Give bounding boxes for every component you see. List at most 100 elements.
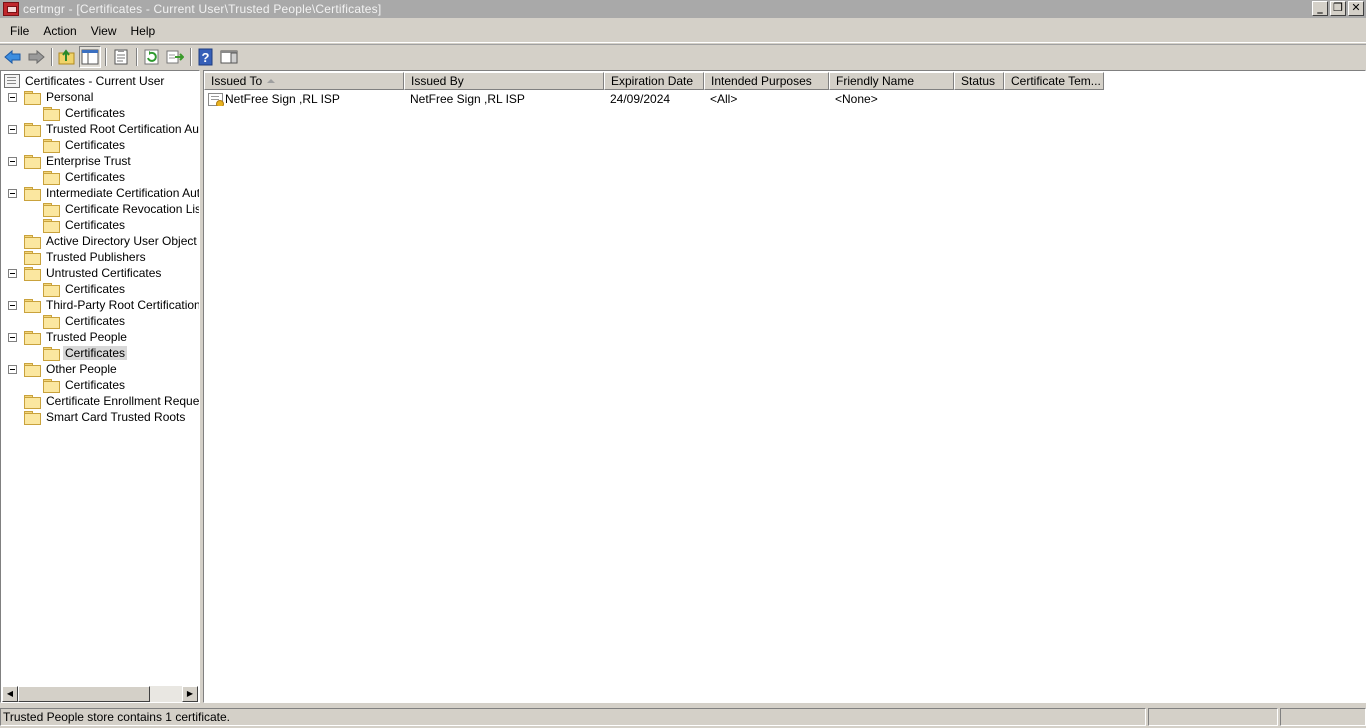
export-list-icon — [166, 50, 184, 63]
collapse-toggle[interactable] — [8, 189, 17, 198]
collapse-toggle[interactable] — [8, 365, 17, 374]
tree-label: Personal — [46, 90, 94, 104]
table-row[interactable]: NetFree Sign ,RL ISP NetFree Sign ,RL IS… — [204, 91, 1104, 107]
tree-item-trusted-publishers[interactable]: Trusted Publishers — [24, 249, 148, 265]
scroll-track[interactable] — [150, 686, 182, 702]
toolbar: ? — [0, 44, 1366, 68]
tree-item-other-people-certificates[interactable]: Certificates — [43, 377, 127, 393]
column-issued-to[interactable]: Issued To — [204, 72, 404, 90]
tree-item-trusted-people-certificates[interactable]: Certificates — [43, 345, 128, 361]
folder-icon — [43, 378, 60, 393]
tree-item-intermediate-certificates[interactable]: Certificates — [43, 217, 127, 233]
certificates-snapin-icon — [4, 74, 20, 88]
forward-button[interactable] — [25, 46, 47, 68]
close-button[interactable]: ✕ — [1348, 1, 1364, 16]
folder-icon — [43, 138, 60, 153]
collapse-toggle[interactable] — [8, 125, 17, 134]
tree-item-trusted-people[interactable]: Trusted People — [24, 329, 129, 345]
tree-item-third-party-certificates[interactable]: Certificates — [43, 313, 127, 329]
tree-label: Trusted People — [46, 330, 127, 344]
refresh-button[interactable] — [141, 46, 163, 68]
folder-icon — [24, 186, 41, 201]
folder-icon — [43, 202, 60, 217]
scroll-right-button[interactable]: ▶ — [182, 686, 198, 702]
tree-horizontal-scrollbar[interactable]: ◀ ▶ — [2, 686, 198, 702]
tree-item-personal[interactable]: Personal — [24, 89, 95, 105]
show-hide-action-pane-button[interactable] — [218, 46, 240, 68]
list-header: Issued To Issued By Expiration Date Inte… — [204, 72, 1104, 90]
folder-icon — [24, 410, 41, 425]
tree-label: Certificates - Current User — [25, 74, 165, 88]
tree-item-personal-certificates[interactable]: Certificates — [43, 105, 127, 121]
collapse-toggle[interactable] — [8, 269, 17, 278]
tree-label: Certificates — [65, 282, 126, 296]
console-tree[interactable]: Certificates - Current User Personal Cer… — [0, 70, 200, 703]
cell-expiration-date: 24/09/2024 — [610, 92, 671, 106]
menu-action[interactable]: Action — [36, 22, 83, 40]
tree-item-intermediate[interactable]: Intermediate Certification Autho — [24, 185, 199, 201]
tree-item-revocation-list[interactable]: Certificate Revocation List — [43, 201, 200, 217]
up-one-level-button[interactable] — [56, 46, 78, 68]
tree-label: Certificate Enrollment Requests — [46, 394, 200, 408]
menu-file[interactable]: File — [3, 22, 36, 40]
title-bar[interactable]: certmgr - [Certificates - Current User\T… — [0, 0, 1366, 18]
column-issued-by[interactable]: Issued By — [404, 72, 604, 90]
certificate-list[interactable]: Issued To Issued By Expiration Date Inte… — [203, 70, 1366, 703]
show-hide-action-pane-icon — [220, 50, 238, 63]
collapse-toggle[interactable] — [8, 93, 17, 102]
folder-icon — [24, 250, 41, 265]
menu-view[interactable]: View — [84, 22, 124, 40]
column-friendly-name[interactable]: Friendly Name — [829, 72, 954, 90]
tree-item-enterprise-trust[interactable]: Enterprise Trust — [24, 153, 133, 169]
folder-icon — [24, 394, 41, 409]
tree-item-trusted-root[interactable]: Trusted Root Certification Autho — [24, 121, 199, 137]
menu-help[interactable]: Help — [124, 22, 163, 40]
column-label: Friendly Name — [836, 74, 915, 88]
column-intended-purposes[interactable]: Intended Purposes — [704, 72, 829, 90]
tree-label: Other People — [46, 362, 117, 376]
folder-icon — [43, 170, 60, 185]
export-list-button[interactable] — [164, 46, 186, 68]
help-button[interactable]: ? — [195, 46, 217, 68]
restore-button[interactable]: ❐ — [1330, 1, 1346, 16]
toolbar-separator — [105, 47, 107, 66]
tree-item-smart-card-roots[interactable]: Smart Card Trusted Roots — [24, 409, 187, 425]
collapse-toggle[interactable] — [8, 301, 17, 310]
tree-item-untrusted-certificates[interactable]: Certificates — [43, 281, 127, 297]
column-label: Intended Purposes — [711, 74, 812, 88]
folder-icon — [24, 90, 41, 105]
window-title: certmgr - [Certificates - Current User\T… — [23, 2, 382, 16]
tree-item-third-party-root[interactable]: Third-Party Root Certification Au — [24, 297, 199, 313]
folder-icon — [24, 362, 41, 377]
tree-item-enterprise-trust-certificates[interactable]: Certificates — [43, 169, 127, 185]
folder-icon — [24, 330, 41, 345]
scroll-left-button[interactable]: ◀ — [2, 686, 18, 702]
sort-ascending-icon — [267, 79, 275, 83]
tree-item-trusted-root-certificates[interactable]: Certificates — [43, 137, 127, 153]
tree-label: Certificate Revocation List — [65, 202, 200, 216]
show-hide-console-tree-button[interactable] — [79, 45, 101, 68]
tree-item-enrollment-requests[interactable]: Certificate Enrollment Requests — [24, 393, 200, 409]
tree-item-active-directory[interactable]: Active Directory User Object — [24, 233, 199, 249]
show-hide-tree-icon — [81, 49, 99, 64]
column-expiration-date[interactable]: Expiration Date — [604, 72, 704, 90]
tree-label: Certificates — [65, 218, 126, 232]
collapse-toggle[interactable] — [8, 157, 17, 166]
column-status[interactable]: Status — [954, 72, 1004, 90]
tree-label: Certificates — [65, 170, 126, 184]
cell-issued-by: NetFree Sign ,RL ISP — [410, 92, 525, 106]
collapse-toggle[interactable] — [8, 333, 17, 342]
tree-item-untrusted[interactable]: Untrusted Certificates — [24, 265, 163, 281]
tree-item-other-people[interactable]: Other People — [24, 361, 119, 377]
minimize-button[interactable]: _ — [1312, 1, 1328, 16]
status-panel-2 — [1148, 707, 1278, 726]
tree-label: Active Directory User Object — [46, 234, 197, 248]
column-certificate-template[interactable]: Certificate Tem... — [1004, 72, 1104, 90]
scroll-thumb[interactable] — [18, 686, 150, 702]
refresh-icon — [144, 49, 159, 64]
properties-button[interactable] — [110, 46, 132, 68]
certmgr-app-icon[interactable] — [3, 2, 19, 16]
tree-label: Certificates — [65, 378, 126, 392]
back-button[interactable] — [2, 46, 24, 68]
tree-root[interactable]: Certificates - Current User — [4, 73, 166, 89]
